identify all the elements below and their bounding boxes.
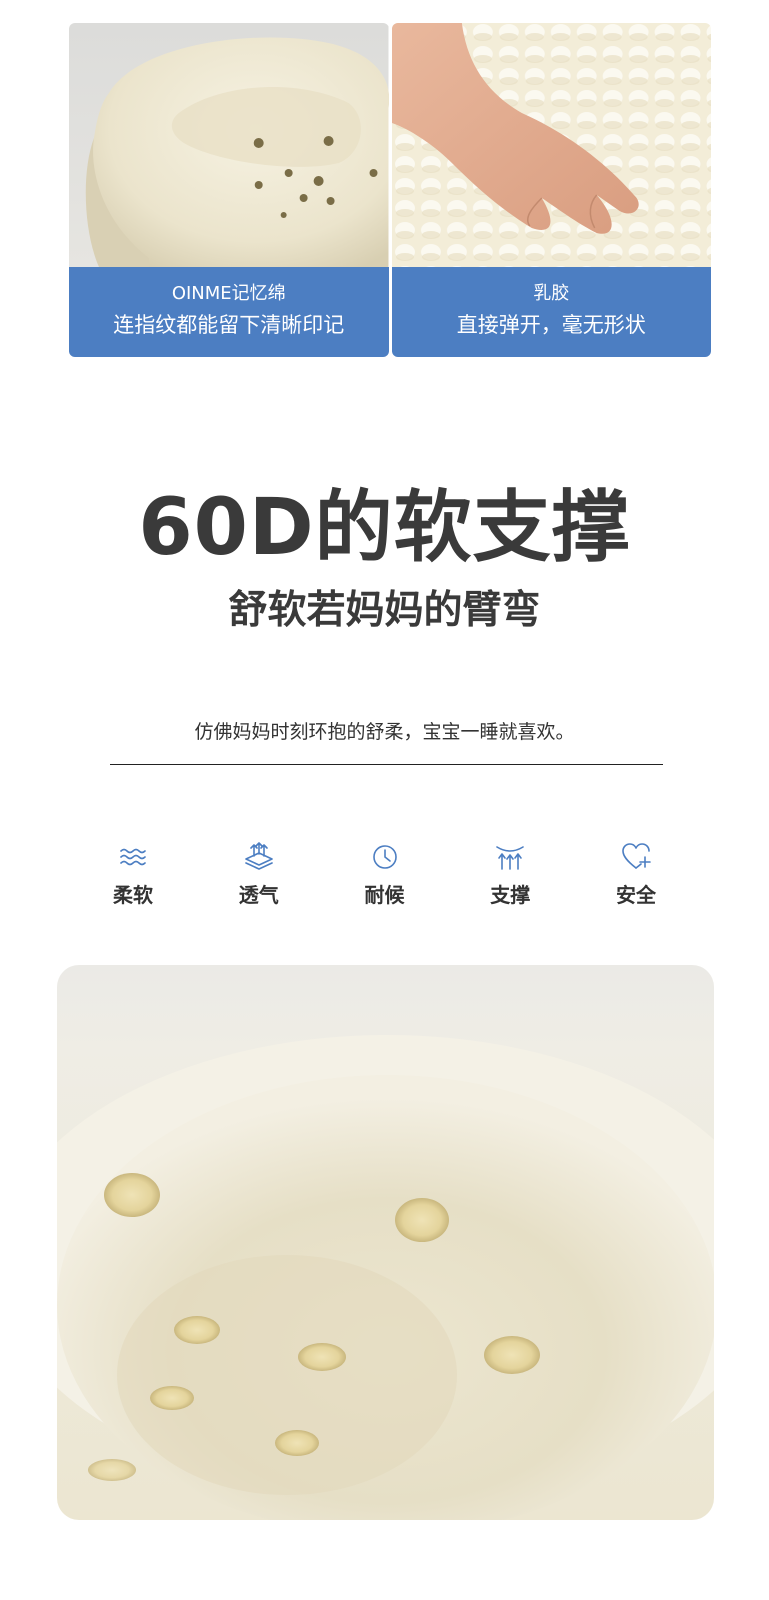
feature-item-soft: 柔软 [78, 840, 188, 920]
comparison-cards: OINME记忆绵 连指纹都能留下清晰印记 乳胶 直接弹开，毫无形状 [69, 23, 711, 357]
feature-item-breathable: 透气 [204, 840, 314, 920]
feature-label: 柔软 [113, 883, 153, 907]
clock-icon [372, 845, 397, 869]
wave-icon [120, 848, 146, 866]
divider-line [110, 764, 663, 765]
feature-list: 柔软 透气 耐候 支撑 安全 [78, 840, 691, 920]
support-arrows-icon [496, 846, 525, 870]
memory-foam-caption: OINME记忆绵 连指纹都能留下清晰印记 [69, 267, 389, 357]
latex-title: 乳胶 [533, 283, 570, 304]
memory-foam-handprint-photo [69, 23, 389, 267]
feature-label: 安全 [616, 883, 656, 907]
feature-item-safe: 安全 [581, 840, 691, 920]
latex-subtitle: 直接弹开，毫无形状 [456, 313, 646, 337]
latex-hand-press-photo [391, 23, 711, 267]
latex-caption: 乳胶 直接弹开，毫无形状 [391, 267, 711, 357]
feature-label: 透气 [238, 883, 279, 907]
feature-label: 支撑 [490, 883, 531, 907]
memory-foam-subtitle: 连指纹都能留下清晰印记 [113, 313, 345, 337]
memory-foam-card: OINME记忆绵 连指纹都能留下清晰印记 [69, 23, 389, 357]
feature-label: 耐候 [364, 883, 405, 907]
foam-closeup-photo [57, 965, 714, 1520]
latex-card: 乳胶 直接弹开，毫无形状 [391, 23, 711, 357]
feature-item-support: 支撑 [455, 840, 565, 920]
feature-item-durable: 耐候 [330, 840, 440, 920]
page-headline: 60D的软支撑 [138, 483, 631, 573]
breathable-layer-icon [244, 842, 273, 870]
heart-plus-icon [622, 843, 651, 869]
description-text: 仿佛妈妈时刻环抱的舒柔，宝宝一睡就喜欢。 [194, 721, 575, 743]
memory-foam-title: OINME记忆绵 [171, 283, 286, 304]
page-subheadline: 舒软若妈妈的臂弯 [228, 588, 541, 633]
